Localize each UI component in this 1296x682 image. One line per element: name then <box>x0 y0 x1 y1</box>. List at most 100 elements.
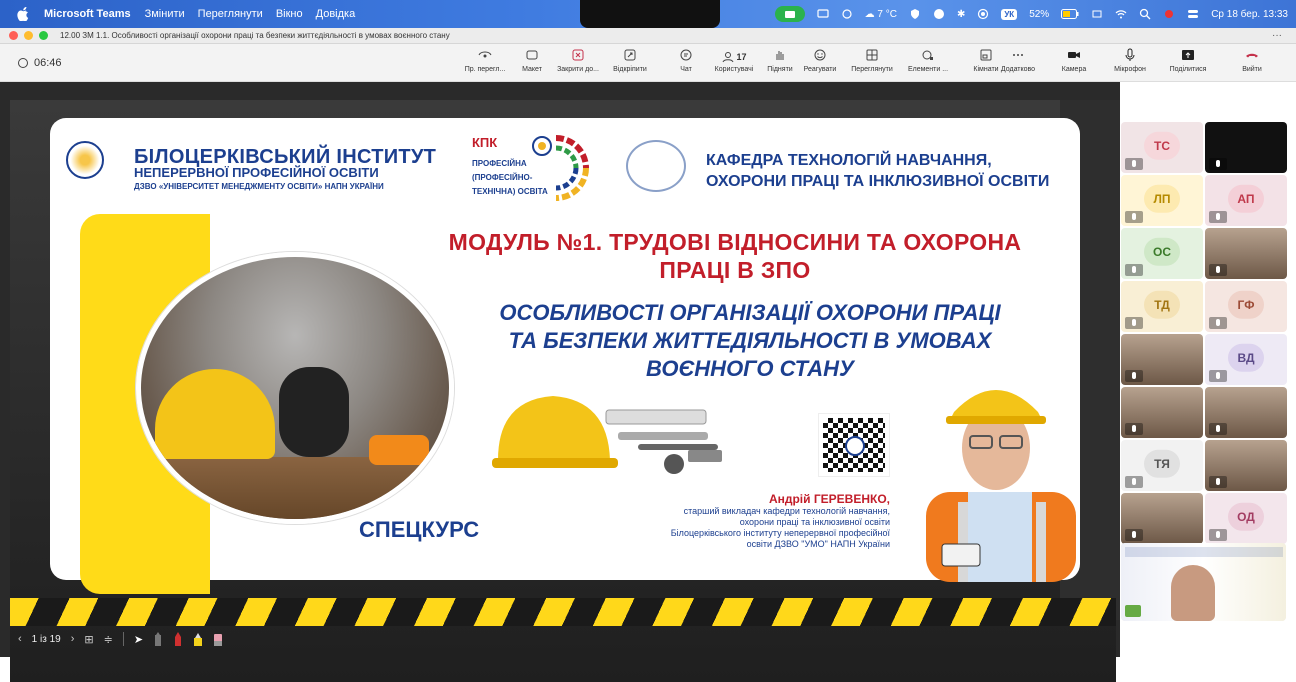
slide-grid-icon[interactable]: ⊞ <box>84 633 93 646</box>
menu-help[interactable]: Довідка <box>316 8 356 20</box>
muted-mic-icon <box>1209 211 1227 223</box>
muted-mic-icon <box>1125 211 1143 223</box>
pen-gray-icon[interactable] <box>153 632 163 646</box>
muted-mic-icon <box>1125 370 1143 382</box>
more-icon <box>1013 54 1023 56</box>
chat-icon <box>680 49 692 61</box>
flag-icon[interactable] <box>1163 8 1175 20</box>
raise-hand-label: Підняти <box>767 66 793 73</box>
apps-button[interactable]: Елементи ... <box>898 48 958 80</box>
participant-tile[interactable] <box>1205 228 1287 279</box>
participant-tile[interactable]: ТС <box>1121 122 1203 173</box>
people-count: 17 <box>736 52 747 62</box>
mic-icon <box>1125 48 1135 61</box>
timer-icon <box>18 58 28 68</box>
apple-icon[interactable] <box>16 7 30 21</box>
self-view-tile[interactable] <box>1121 543 1286 621</box>
department-line-1: КАФЕДРА ТЕХНОЛОГІЙ НАВЧАННЯ, <box>706 152 992 169</box>
leave-icon <box>1246 53 1258 58</box>
photo-helmet <box>155 369 275 459</box>
timer-value: 06:46 <box>34 57 62 69</box>
smile-icon <box>814 49 826 61</box>
menu-window[interactable]: Вікно <box>276 8 303 20</box>
muted-mic-icon <box>1209 370 1227 382</box>
people-icon <box>723 52 734 63</box>
menu-app-name[interactable]: Microsoft Teams <box>44 8 131 20</box>
stop-sharing-button[interactable]: Закрити до... <box>548 48 608 80</box>
microphone-button[interactable]: Мікрофон <box>1100 48 1160 80</box>
react-button[interactable]: Реагувати <box>790 48 850 80</box>
meeting-toolbar: 06:46 Пр. перегл... Макет Закрити до... … <box>0 44 1296 82</box>
participant-tile[interactable] <box>1121 493 1203 544</box>
module-line-1: МОДУЛЬ №1. ТРУДОВІ ВІДНОСИНИ ТА ОХОРОНА <box>448 229 1022 255</box>
participant-tile[interactable] <box>1205 122 1287 173</box>
muted-mic-icon <box>1209 476 1227 488</box>
pen-red-icon[interactable] <box>173 632 183 646</box>
bluetooth-icon[interactable]: ✱ <box>957 9 965 20</box>
clock[interactable]: Ср 18 бер. 13:33 <box>1211 9 1288 20</box>
search-icon[interactable] <box>1139 8 1151 20</box>
muted-mic-icon <box>1125 158 1143 170</box>
window-more-button[interactable]: ··· <box>1272 30 1282 41</box>
unpin-button[interactable]: Відкріпити <box>600 48 660 80</box>
battery-percent[interactable]: 52% <box>1029 9 1049 20</box>
participant-tile[interactable]: ВД <box>1205 334 1287 385</box>
camera-in-use-icon[interactable] <box>774 6 805 22</box>
participant-tile[interactable] <box>1121 387 1203 438</box>
more-button[interactable]: Додатково <box>988 48 1048 80</box>
institute-subtitle: НЕПЕРЕРВНОЇ ПРОФЕСІЙНОЇ ОСВІТИ <box>134 165 379 180</box>
wifi-icon[interactable] <box>1115 8 1127 20</box>
camera-icon <box>1068 52 1080 58</box>
pointer-tool-icon[interactable]: ➤ <box>134 633 143 646</box>
participant-tile[interactable] <box>1205 440 1287 491</box>
leave-button[interactable]: Вийти <box>1222 48 1282 80</box>
grid-icon <box>866 49 878 61</box>
close-window-button[interactable] <box>9 31 18 40</box>
participant-tile[interactable]: ТД <box>1121 281 1203 332</box>
menu-bar: Microsoft Teams Змінити Переглянути Вікн… <box>0 0 1296 28</box>
muted-mic-icon <box>1125 476 1143 488</box>
share-button[interactable]: Поділитися <box>1158 48 1218 80</box>
vpn-icon[interactable] <box>909 8 921 20</box>
highlighter-icon[interactable] <box>193 632 203 646</box>
participant-tile[interactable] <box>1205 387 1287 438</box>
participant-tile[interactable]: ОС <box>1121 228 1203 279</box>
meeting-timer: 06:46 <box>18 57 62 69</box>
chat-app-icon[interactable] <box>933 8 945 20</box>
participant-tile[interactable]: АП <box>1205 175 1287 226</box>
participant-tile[interactable]: ЛП <box>1121 175 1203 226</box>
record-icon[interactable] <box>977 8 989 20</box>
kpk-logo-rings <box>532 135 589 201</box>
focus-icon[interactable] <box>841 8 853 20</box>
participant-tile[interactable] <box>1121 334 1203 385</box>
zoom-window-button[interactable] <box>39 31 48 40</box>
self-view-audio-icon <box>1125 605 1141 617</box>
menu-edit[interactable]: Змінити <box>145 8 185 20</box>
nav-divider <box>122 632 124 646</box>
weather-readout[interactable]: ☁ 7 °C <box>865 9 897 20</box>
institute-logo <box>66 141 104 179</box>
participant-tile[interactable]: ОД <box>1205 493 1287 544</box>
topic-line-2: ТА БЕЗПЕКИ ЖИТТЕДІЯЛЬНОСТІ В УМОВАХ <box>508 328 992 353</box>
participant-tile[interactable]: ТЯ <box>1121 440 1203 491</box>
presenter-view-label: Пр. перегл... <box>464 66 506 73</box>
battery-icon[interactable] <box>1061 9 1079 19</box>
minimize-window-button[interactable] <box>24 31 33 40</box>
keyboard-layout[interactable]: УК <box>1001 8 1018 20</box>
control-icon[interactable] <box>1091 8 1103 20</box>
speaker-photo <box>926 390 1076 582</box>
menu-view[interactable]: Переглянути <box>198 8 263 20</box>
institute-affiliation: ДЗВО «УНІВЕРСИТЕТ МЕНЕДЖМЕНТУ ОСВІТИ» НА… <box>134 182 384 191</box>
next-slide-button[interactable]: › <box>71 633 75 645</box>
eraser-icon[interactable] <box>213 632 223 646</box>
muted-mic-icon <box>1209 317 1227 329</box>
slide-settings-icon[interactable]: ≑ <box>104 633 113 646</box>
self-view-banner <box>1125 547 1283 557</box>
previous-slide-button[interactable]: ‹ <box>18 633 22 645</box>
view-button[interactable]: Переглянути <box>842 48 902 80</box>
status-area: ☁ 7 °C ✱ УК 52% Ср 18 бер. 13:33 <box>774 0 1288 28</box>
camera-button[interactable]: Камера <box>1044 48 1104 80</box>
control-center-icon[interactable] <box>1187 8 1199 20</box>
screen-share-icon[interactable] <box>816 8 829 20</box>
participant-tile[interactable]: ГФ <box>1205 281 1287 332</box>
